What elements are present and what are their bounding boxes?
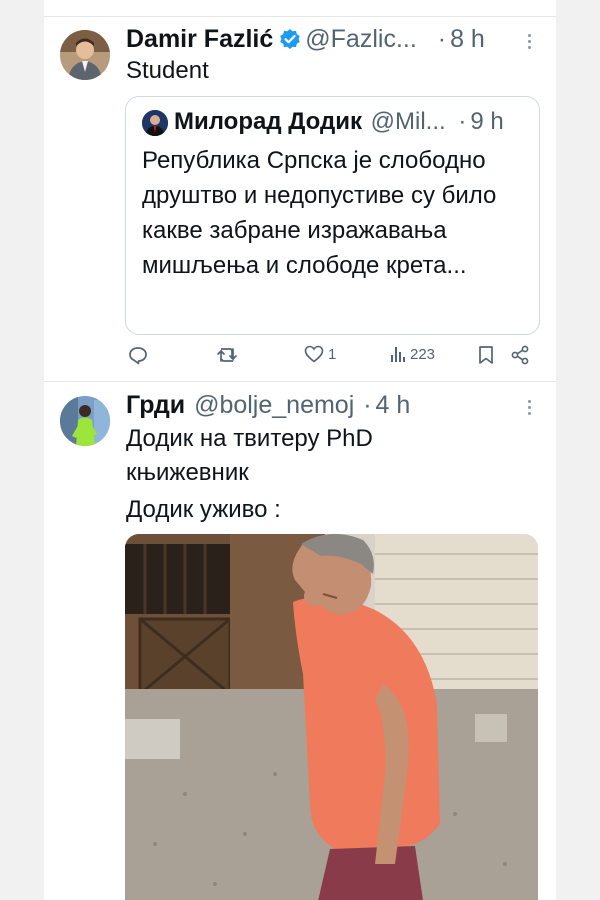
photo-man-in-orange-shirt-icon: [125, 534, 538, 900]
like-count: 1: [328, 345, 337, 363]
views-icon: [391, 347, 405, 362]
tweet-text-line: Додик уживо :: [126, 496, 281, 523]
author-handle[interactable]: @Fazlic...: [305, 25, 417, 53]
heart-icon: [304, 345, 324, 363]
avatar[interactable]: [60, 396, 110, 446]
quote-timestamp[interactable]: 9 h: [470, 108, 503, 135]
avatar[interactable]: [60, 30, 110, 80]
timestamp[interactable]: 8 h: [450, 25, 485, 53]
tweet-text-line: Додик на твитеру PhD: [126, 425, 373, 452]
separator-dot: ·: [437, 25, 447, 53]
view-count: 223: [410, 345, 436, 363]
repost-button[interactable]: [216, 345, 238, 365]
tweet-header: Damir Fazlić @Fazlic... · 8 h: [126, 24, 485, 57]
author-name[interactable]: Damir Fazlić: [126, 25, 273, 53]
repost-icon: [217, 348, 237, 362]
reply-button[interactable]: [128, 345, 148, 365]
author-handle[interactable]: @bolje_nemoj: [194, 391, 354, 419]
share-icon: [511, 345, 529, 365]
divider: [44, 16, 556, 17]
author-name[interactable]: Грди: [126, 391, 185, 419]
quote-author-handle[interactable]: @Mil...: [371, 108, 446, 135]
timestamp[interactable]: 4 h: [376, 391, 411, 419]
tweet-text: Student: [126, 57, 209, 84]
verified-badge-icon: [279, 27, 301, 57]
like-button[interactable]: 1: [304, 345, 336, 363]
separator-dot: ·: [458, 108, 467, 135]
quote-author-name[interactable]: Милорад Додик: [174, 108, 362, 135]
action-bar: 1 223: [124, 345, 544, 371]
quote-header: Милорад Додик @Mil... · 9 h: [174, 107, 504, 137]
share-button[interactable]: [510, 345, 530, 365]
quote-text: Република Српска је слободно друштво и н…: [142, 147, 497, 279]
quoted-tweet[interactable]: Милорад Додик @Mil... · 9 h Република Срп…: [125, 96, 540, 335]
separator-dot: ·: [363, 391, 372, 419]
tweet-photo[interactable]: [125, 534, 538, 900]
views-button[interactable]: 223: [390, 345, 435, 363]
more-options-icon[interactable]: [528, 34, 532, 52]
bookmark-icon: [479, 346, 493, 364]
reply-icon: [129, 347, 147, 365]
quote-avatar[interactable]: [142, 110, 168, 136]
bookmark-button[interactable]: [478, 345, 494, 365]
tweet-header: Грди @bolje_nemoj · 4 h: [126, 390, 410, 420]
divider: [44, 381, 556, 382]
tweet-text-line: књижевник: [126, 459, 249, 486]
timeline-feed: Damir Fazlić @Fazlic... · 8 h Student Мило…: [44, 0, 556, 900]
more-options-icon[interactable]: [528, 400, 532, 418]
